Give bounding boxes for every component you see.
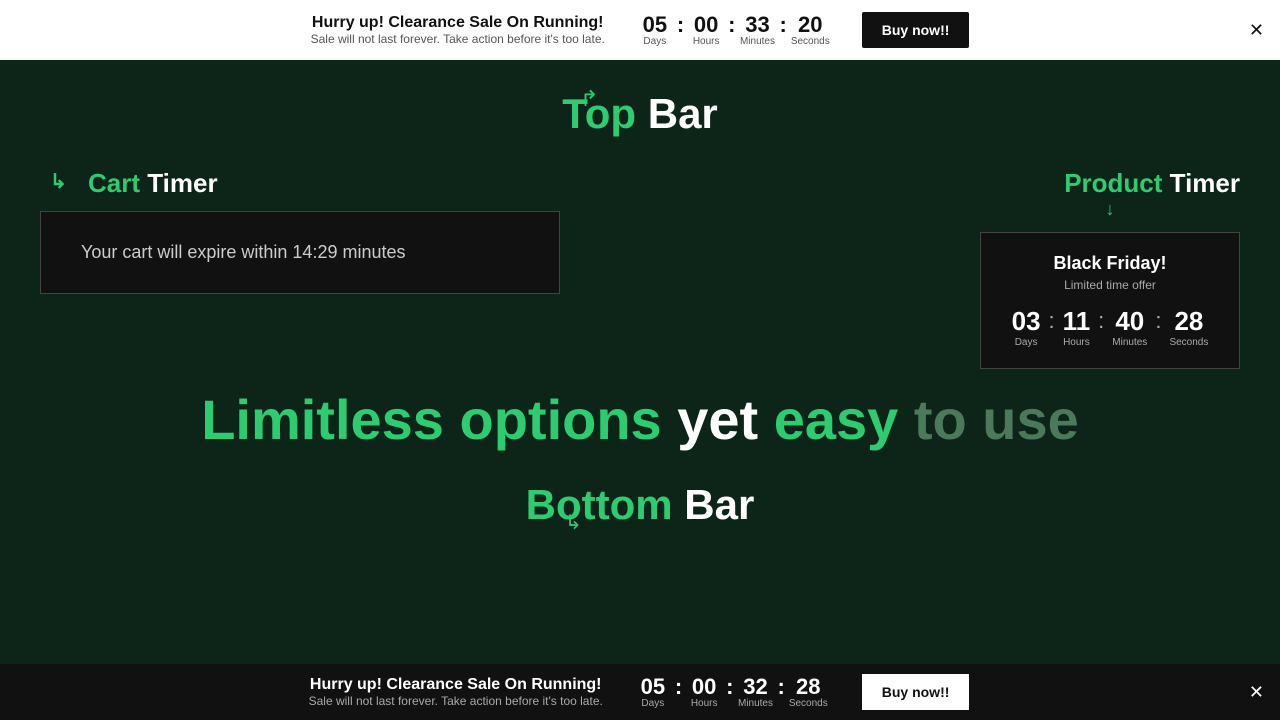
bottom-bar-section-heading: Bottom Bar <box>526 481 755 528</box>
top-bar-minutes-label: Minutes <box>739 36 775 47</box>
product-sep3: : <box>1155 308 1161 334</box>
top-bar-days-num: 05 <box>637 14 673 36</box>
product-timer-label-green: Product <box>1064 168 1162 198</box>
top-bar-heading-white: Bar <box>636 90 718 137</box>
b-sep3: : <box>777 676 784 698</box>
product-days-num: 03 <box>1012 306 1041 337</box>
top-bar-buy-button[interactable]: Buy now!! <box>862 12 970 48</box>
cart-timer-box: Your cart will expire within 14:29 minut… <box>40 211 560 294</box>
top-bar-seconds-num: 20 <box>791 14 830 36</box>
bottom-bar-countdown: 05 Days : 00 Hours : 32 Minutes : 28 Sec… <box>635 676 828 709</box>
product-timer-label-white: Timer <box>1162 168 1240 198</box>
top-bar-days-label: Days <box>637 36 673 47</box>
sep3: : <box>779 14 786 36</box>
top-announcement-bar: Hurry up! Clearance Sale On Running! Sal… <box>0 0 1280 60</box>
sep2: : <box>728 14 735 36</box>
product-hours-unit: 11 Hours <box>1063 306 1091 348</box>
product-minutes-unit: 40 Minutes <box>1112 306 1147 348</box>
bottom-bar-minutes-unit: 32 Minutes <box>737 676 773 709</box>
bottom-bar-buy-button[interactable]: Buy now!! <box>860 672 972 712</box>
top-bar-seconds-label: Seconds <box>791 36 830 47</box>
product-minutes-label: Minutes <box>1112 337 1147 348</box>
cart-timer-arrow-icon: ↳ <box>50 171 67 193</box>
bottom-bar-days-unit: 05 Days <box>635 676 671 709</box>
top-bar-countdown: 05 Days : 00 Hours : 33 Minutes : 20 Sec… <box>637 14 830 47</box>
cart-timer-label: ↳ Cart Timer <box>40 168 560 199</box>
bottom-bar-heading-green: Bottom <box>526 481 673 528</box>
top-bar-seconds-unit: 20 Seconds <box>791 14 830 47</box>
bottom-bar-title: Hurry up! Clearance Sale On Running! <box>309 676 603 694</box>
top-bar-days-unit: 05 Days <box>637 14 673 47</box>
cart-timer-section: ↳ Cart Timer Your cart will expire withi… <box>40 168 560 294</box>
bottom-bar-close-button[interactable]: ✕ <box>1249 683 1264 701</box>
main-content: ↱ Top Bar ↳ Cart Timer Your cart will ex… <box>0 60 1280 664</box>
bottom-bar-arrow-icon: ↳ <box>565 510 582 535</box>
product-seconds-label: Seconds <box>1169 337 1208 348</box>
top-bar-close-button[interactable]: ✕ <box>1249 21 1264 39</box>
product-hours-num: 11 <box>1063 306 1091 337</box>
product-timer-label: Product Timer ↓ <box>980 168 1240 220</box>
top-bar-minutes-num: 33 <box>739 14 775 36</box>
bottom-bar-seconds-label: Seconds <box>789 698 828 709</box>
top-bar-title: Hurry up! Clearance Sale On Running! <box>311 14 605 32</box>
bottom-bar-days-num: 05 <box>635 676 671 698</box>
top-bar-subtitle: Sale will not last forever. Take action … <box>311 32 605 46</box>
bottom-bar-subtitle: Sale will not last forever. Take action … <box>309 694 603 708</box>
slogan-white1: yet <box>662 388 774 451</box>
cart-timer-message: Your cart will expire within 14:29 minut… <box>81 242 519 263</box>
top-bar-minutes-unit: 33 Minutes <box>739 14 775 47</box>
product-days-unit: 03 Days <box>1012 306 1041 348</box>
slogan-heading: Limitless options yet easy to use <box>40 389 1240 451</box>
top-bar-hours-num: 00 <box>688 14 724 36</box>
product-timer-subtitle: Limited time offer <box>1011 278 1209 292</box>
slogan-muted: to use <box>898 388 1078 451</box>
bottom-bar-hours-unit: 00 Hours <box>686 676 722 709</box>
bottom-announcement-bar: Hurry up! Clearance Sale On Running! Sal… <box>0 664 1280 720</box>
product-sep2: : <box>1098 308 1104 334</box>
top-bar-section-label: ↱ Top Bar <box>40 90 1240 138</box>
product-timer-arrow-icon: ↓ <box>980 199 1240 220</box>
product-timer-box: Black Friday! Limited time offer 03 Days… <box>980 232 1240 369</box>
bottom-bar-seconds-num: 28 <box>789 676 828 698</box>
bottom-bar-hours-num: 00 <box>686 676 722 698</box>
middle-section: ↳ Cart Timer Your cart will expire withi… <box>40 168 1240 369</box>
product-timer-heading: Black Friday! <box>1011 253 1209 274</box>
slogan-section: Limitless options yet easy to use <box>40 389 1240 451</box>
top-bar-text: Hurry up! Clearance Sale On Running! Sal… <box>311 14 605 46</box>
product-sep1: : <box>1049 308 1055 334</box>
b-sep1: : <box>675 676 682 698</box>
product-hours-label: Hours <box>1063 337 1091 348</box>
bottom-bar-seconds-unit: 28 Seconds <box>789 676 828 709</box>
b-sep2: : <box>726 676 733 698</box>
sep1: : <box>677 14 684 36</box>
top-bar-heading-green: Top <box>562 90 636 137</box>
top-bar-hours-label: Hours <box>688 36 724 47</box>
product-minutes-num: 40 <box>1112 306 1147 337</box>
cart-timer-label-green: Cart <box>88 168 140 198</box>
product-seconds-unit: 28 Seconds <box>1169 306 1208 348</box>
bottom-bar-minutes-label: Minutes <box>737 698 773 709</box>
bottom-bar-heading-white: Bar <box>673 481 755 528</box>
cart-timer-label-white: Timer <box>140 168 218 198</box>
bottom-bar-minutes-num: 32 <box>737 676 773 698</box>
product-timer-countdown: 03 Days : 11 Hours : 40 Minutes : <box>1011 306 1209 348</box>
top-bar-hours-unit: 00 Hours <box>688 14 724 47</box>
product-days-label: Days <box>1012 337 1041 348</box>
bottom-bar-text: Hurry up! Clearance Sale On Running! Sal… <box>309 676 603 708</box>
top-bar-arrow-icon: ↱ <box>580 86 598 112</box>
product-timer-section: Product Timer ↓ Black Friday! Limited ti… <box>980 168 1240 369</box>
slogan-green1: Limitless options <box>201 388 662 451</box>
product-seconds-num: 28 <box>1169 306 1208 337</box>
bottom-bar-hours-label: Hours <box>686 698 722 709</box>
bottom-bar-section-label: ↳ Bottom Bar <box>40 481 1240 529</box>
bottom-bar-days-label: Days <box>635 698 671 709</box>
slogan-green2: easy <box>774 388 899 451</box>
